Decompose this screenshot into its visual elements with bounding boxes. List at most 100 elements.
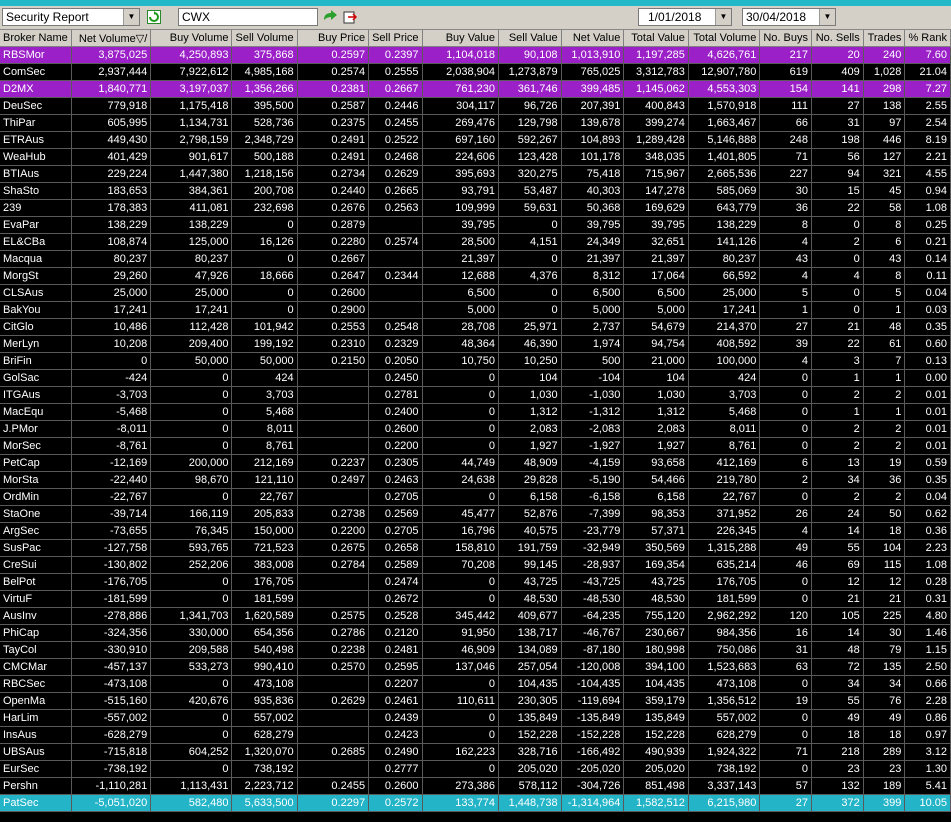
chevron-down-icon[interactable]: ▼ [715,9,731,25]
table-cell: 54,466 [623,471,689,489]
table-row[interactable]: HarLim -557,002 0 557,002 0.2439 0 135,849 -135… [0,709,951,727]
table-cell: 585,069 [688,182,761,200]
table-cell: -515,160 [71,692,152,710]
table-cell: 25,000 [150,284,233,302]
table-row[interactable]: BTIAus 229,224 1,447,380 1,218,156 0.2734 0.2… [0,165,951,183]
broker-name-cell: PatSec [0,794,72,812]
table-row[interactable]: Macqua 80,237 80,237 0 0.2667 21,397 0 21,397 21… [0,250,951,268]
table-cell: 0 [811,284,864,302]
column-header-sell-price[interactable]: Sell Price [368,30,423,47]
table-cell: 0.2738 [297,505,370,523]
table-row[interactable]: StaOne -39,714 166,119 205,833 0.2738 0.2569 4… [0,505,951,523]
date-from-value: 1/01/2018 [648,10,702,24]
table-cell: 0.2553 [297,318,370,336]
table-cell: 2 [811,233,864,251]
table-row[interactable]: PhiCap -324,356 330,000 654,356 0.2786 0.2120… [0,624,951,642]
table-row[interactable]: PatSec -5,051,020 582,480 5,633,500 0.2297 0.… [0,794,951,812]
column-header-sell-volume[interactable]: Sell Volume [231,30,298,47]
table-row[interactable]: CLSAus 25,000 25,000 0 0.2600 6,500 0 6,500 6,50… [0,284,951,302]
chevron-down-icon[interactable]: ▼ [819,9,835,25]
table-row[interactable]: VirtuF -181,599 0 181,599 0.2672 0 48,530 -48,5… [0,590,951,608]
table-row[interactable]: MorSec -8,761 0 8,761 0.2200 0 1,927 -1,927 1,92… [0,437,951,455]
table-row[interactable]: WeaHub 401,429 901,617 500,188 0.2491 0.2468 2… [0,148,951,166]
table-cell: 2.55 [904,97,951,115]
table-cell: 0 [422,437,500,455]
table-cell: 6,215,980 [688,794,761,812]
table-row[interactable]: RBCSec -473,108 0 473,108 0.2207 0 104,435 -104… [0,675,951,693]
column-header-broker-name[interactable]: Broker Name [0,30,72,47]
table-row[interactable]: MorgSt 29,260 47,926 18,666 0.2647 0.2344 12,6… [0,267,951,285]
table-row[interactable]: 239 178,383 411,081 232,698 0.2676 0.2563 109,… [0,199,951,217]
broker-name-cell: DeuSec [0,97,72,115]
table-row[interactable]: EL&CBa 108,874 125,000 16,126 0.2280 0.2574 28… [0,233,951,251]
table-cell: 58 [863,199,906,217]
table-row[interactable]: TayCol -330,910 209,588 540,498 0.2238 0.2481… [0,641,951,659]
column-header--rank[interactable]: % Rank [904,30,951,47]
security-code-input[interactable]: CWX [178,8,318,26]
table-row[interactable]: MerLyn 10,208 209,400 199,192 0.2310 0.2329 48… [0,335,951,353]
table-cell: 5,000 [422,301,500,319]
table-row[interactable]: J.PMor -8,011 0 8,011 0.2600 0 2,083 -2,083 2,08… [0,420,951,438]
column-header-buy-value[interactable]: Buy Value [422,30,500,47]
chevron-down-icon[interactable]: ▼ [123,9,139,25]
column-header-buy-volume[interactable]: Buy Volume [150,30,233,47]
broker-table-container: Broker Name Net Volume▽/Buy Volume Sell Vo… [0,30,951,822]
column-header-buy-price[interactable]: Buy Price [297,30,370,47]
table-row[interactable]: BakYou 17,241 17,241 0 0.2900 5,000 0 5,000 5,00… [0,301,951,319]
date-to-picker[interactable]: 30/04/2018 ▼ [742,8,836,26]
table-row[interactable]: SusPac -127,758 593,765 721,523 0.2675 0.2658… [0,539,951,557]
table-row[interactable]: ThiPar 605,995 1,134,731 528,736 0.2375 0.245… [0,114,951,132]
table-row[interactable]: MorSta -22,440 98,670 121,110 0.2497 0.2463 24… [0,471,951,489]
table-row[interactable]: DeuSec 779,918 1,175,418 395,500 0.2587 0.244… [0,97,951,115]
column-header-total-value[interactable]: Total Value [623,30,689,47]
table-row[interactable]: GolSac -424 0 424 0.2450 0 104 -104 104 424 0 1 1 0.0… [0,369,951,387]
column-header-no-sells[interactable]: No. Sells [811,30,864,47]
column-header-net-volume[interactable]: Net Volume▽/ [71,30,152,47]
report-select[interactable]: Security Report ▼ [2,8,140,26]
table-row[interactable]: BelPot -176,705 0 176,705 0.2474 0 43,725 -43,7… [0,573,951,591]
column-header-label: Buy Value [445,32,496,44]
table-row[interactable]: CitGlo 10,486 112,428 101,942 0.2553 0.2548 28… [0,318,951,336]
column-header-no-buys[interactable]: No. Buys [759,30,812,47]
table-cell: 1.08 [904,199,951,217]
table-row[interactable]: UBSAus -715,818 604,252 1,320,070 0.2685 0.24… [0,743,951,761]
table-row[interactable]: RBSMor 3,875,025 4,250,893 375,868 0.2597 0.2… [0,46,951,64]
table-cell: 7.27 [904,80,951,98]
column-header-net-value[interactable]: Net Value [561,30,625,47]
table-row[interactable]: BriFin 0 50,000 50,000 0.2150 0.2050 10,750 10,… [0,352,951,370]
table-cell: 0 [150,437,233,455]
table-row[interactable]: ComSec 2,937,444 7,922,612 4,985,168 0.2574 0… [0,63,951,81]
table-row[interactable]: EvaPar 138,229 138,229 0 0.2879 39,795 0 39,795… [0,216,951,234]
table-row[interactable]: D2MX 1,840,771 3,197,037 1,356,266 0.2381 0.2… [0,80,951,98]
export-icon[interactable] [343,9,359,25]
table-row[interactable]: ETRAus 449,430 2,798,159 2,348,729 0.2491 0.2… [0,131,951,149]
table-row[interactable]: ShaSto 183,653 384,361 200,708 0.2440 0.2665 9… [0,182,951,200]
column-header-total-volume[interactable]: Total Volume [688,30,761,47]
table-cell: 44,749 [422,454,500,472]
table-row[interactable]: ITGAus -3,703 0 3,703 0.2781 0 1,030 -1,030 1,03… [0,386,951,404]
security-code-value: CWX [182,10,210,24]
table-row[interactable]: OpenMa -515,160 420,676 935,836 0.2629 0.2461… [0,692,951,710]
table-cell: 138,229 [71,216,152,234]
refresh-icon[interactable] [146,9,162,25]
table-row[interactable]: CreSui -130,802 252,206 383,008 0.2784 0.2589… [0,556,951,574]
table-row[interactable]: EurSec -738,192 0 738,192 0.2777 0 205,020 -205… [0,760,951,778]
table-row[interactable]: MacEqu -5,468 0 5,468 0.2400 0 1,312 -1,312 1,31… [0,403,951,421]
table-cell: 0.00 [904,369,951,387]
table-cell: 0.01 [904,437,951,455]
table-cell [368,301,423,319]
table-row[interactable]: PetCap -12,169 200,000 212,169 0.2237 0.2305 4… [0,454,951,472]
table-cell: 0.2587 [297,97,370,115]
date-from-picker[interactable]: 1/01/2018 ▼ [638,8,732,26]
table-cell: 399,485 [561,80,625,98]
table-row[interactable]: OrdMin -22,767 0 22,767 0.2705 0 6,158 -6,158 6,… [0,488,951,506]
table-row[interactable]: InsAus -628,279 0 628,279 0.2423 0 152,228 -152… [0,726,951,744]
column-header-sell-value[interactable]: Sell Value [498,30,562,47]
go-arrow-icon[interactable] [322,9,338,25]
table-row[interactable]: AusInv -278,886 1,341,703 1,620,589 0.2575 0.… [0,607,951,625]
table-row[interactable]: Pershn -1,110,281 1,113,431 2,223,712 0.2455… [0,777,951,795]
column-header-trades[interactable]: Trades [863,30,906,47]
table-row[interactable]: CMCMar -457,137 533,273 990,410 0.2570 0.2595… [0,658,951,676]
table-cell: 0.2207 [368,675,423,693]
table-row[interactable]: ArgSec -73,655 76,345 150,000 0.2200 0.2705 16… [0,522,951,540]
